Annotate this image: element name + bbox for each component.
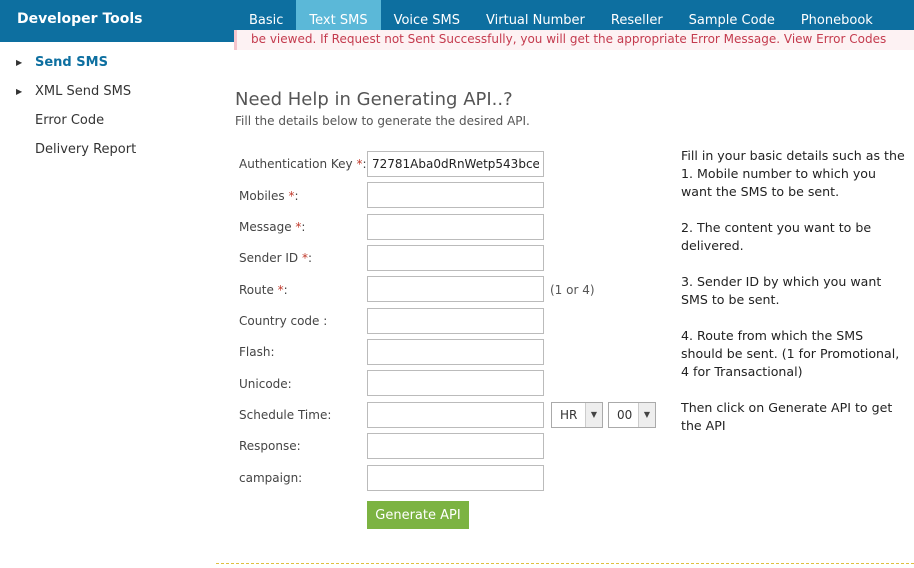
sidebar-item-send-sms[interactable]: ▶ Send SMS [0,48,215,77]
caret-right-icon: ▶ [16,58,23,67]
help-step-2: 2. The content you want to be delivered. [681,220,872,253]
sender-id-input[interactable] [367,245,544,271]
caret-right-icon: ▶ [16,87,23,96]
sidebar-item-label: XML Send SMS [35,84,132,99]
sidebar-item-error-code[interactable]: Error Code [0,106,215,135]
auth-key-label: Authentication Key *: [239,157,367,171]
generate-api-button[interactable]: Generate API [367,501,469,529]
help-final: Then click on Generate API to get the AP… [681,400,893,433]
minute-select-value: 00 [617,408,633,422]
form-subheading: Fill the details below to generate the d… [235,114,530,128]
sidebar-item-xml-send-sms[interactable]: ▶ XML Send SMS [0,77,215,106]
minute-select[interactable]: 00 ▼ [608,402,656,428]
message-label: Message *: [239,220,306,234]
campaign-input[interactable] [367,465,544,491]
response-input[interactable] [367,433,544,459]
hour-select-value: HR [560,408,578,422]
unicode-input[interactable] [367,370,544,396]
form-heading: Need Help in Generating API..? [235,89,513,110]
unicode-label: Unicode: [239,377,292,391]
campaign-label: campaign: [239,471,303,485]
route-label: Route *: [239,283,288,297]
message-input[interactable] [367,214,544,240]
help-step-1: 1. Mobile number to which you want the S… [681,166,876,199]
flash-input[interactable] [367,339,544,365]
help-panel: Fill in your basic details such as the 1… [681,147,906,453]
help-step-3: 3. Sender ID by which you want SMS to be… [681,274,882,307]
country-code-label: Country code : [239,314,328,328]
help-step-4: 4. Route from which the SMS should be se… [681,328,900,379]
hour-select[interactable]: HR ▼ [551,402,603,428]
route-hint: (1 or 4) [550,283,595,297]
chevron-down-icon: ▼ [638,403,655,427]
notice-banner: be viewed. If Request not Sent Successfu… [234,30,914,50]
schedule-date-input[interactable] [367,402,544,428]
sidebar-item-label: Error Code [35,113,105,128]
flash-label: Flash: [239,345,275,359]
chevron-down-icon: ▼ [585,403,602,427]
mobiles-input[interactable] [367,182,544,208]
mobiles-label: Mobiles *: [239,189,299,203]
response-label: Response: [239,439,301,453]
sidebar-item-label: Send SMS [35,55,108,70]
brand-title: Developer Tools [17,11,143,27]
sidebar: ▶ Send SMS ▶ XML Send SMS Error Code Del… [0,42,215,164]
auth-key-input[interactable] [367,151,544,177]
route-input[interactable] [367,276,544,302]
notice-text: be viewed. If Request not Sent Successfu… [251,32,887,46]
country-code-input[interactable] [367,308,544,334]
dotted-divider [216,563,914,564]
help-intro: Fill in your basic details such as the [681,148,905,163]
sidebar-item-delivery-report[interactable]: Delivery Report [0,135,215,164]
schedule-time-label: Schedule Time: [239,408,332,422]
sidebar-item-label: Delivery Report [35,142,137,157]
sender-id-label: Sender ID *: [239,251,313,265]
